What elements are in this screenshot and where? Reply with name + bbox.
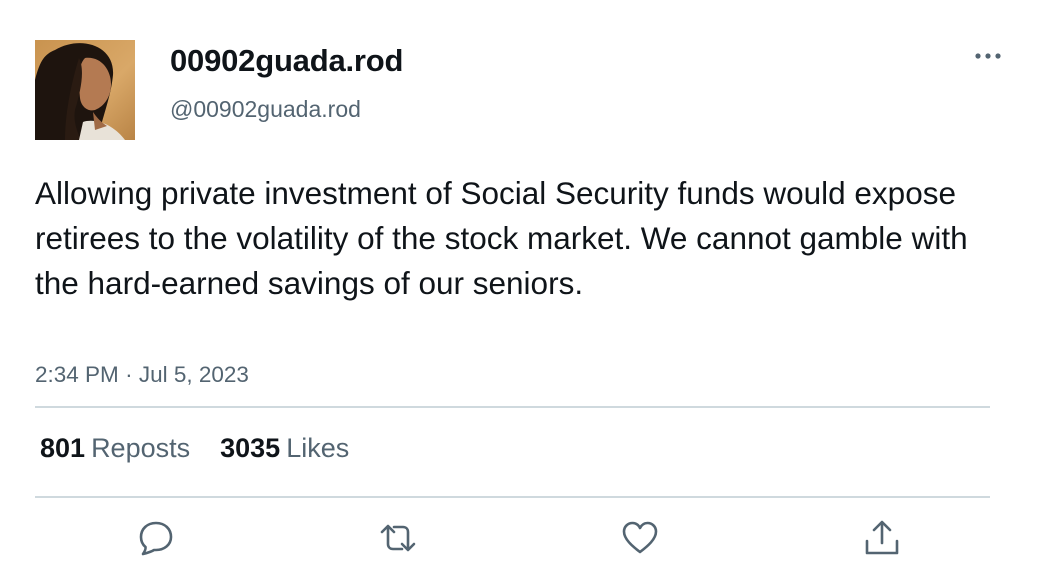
likes-stat[interactable]: 3035 Likes: [220, 433, 349, 463]
reposts-label: Reposts: [91, 433, 191, 463]
repost-icon: [378, 518, 418, 558]
user-handle[interactable]: @00902guada.rod: [170, 96, 361, 123]
display-name[interactable]: 00902guada.rod: [170, 43, 403, 79]
divider: [35, 496, 990, 498]
reposts-count: 801: [40, 433, 86, 463]
reposts-stat[interactable]: 801 Reposts: [40, 433, 190, 463]
avatar[interactable]: [35, 40, 135, 140]
timestamp-separator: ·: [125, 362, 133, 387]
post-timestamp[interactable]: 2:34 PM · Jul 5, 2023: [35, 362, 249, 388]
avatar-image: [35, 40, 135, 140]
more-options-button[interactable]: [968, 44, 1008, 68]
engagement-stats: 801 Reposts 3035 Likes: [40, 433, 349, 464]
divider: [35, 406, 990, 408]
share-icon: [862, 518, 902, 558]
repost-button[interactable]: [378, 518, 418, 558]
reply-button[interactable]: [136, 518, 176, 558]
more-horizontal-icon: [968, 53, 1008, 72]
post-date: Jul 5, 2023: [138, 362, 249, 387]
heart-icon: [620, 518, 660, 558]
tweet-card: 00902guada.rod @00902guada.rod Allowing …: [0, 0, 1050, 570]
share-button[interactable]: [862, 518, 902, 558]
likes-count: 3035: [220, 433, 281, 463]
likes-label: Likes: [286, 433, 350, 463]
like-button[interactable]: [620, 518, 660, 558]
post-time: 2:34 PM: [35, 362, 119, 387]
post-text: Allowing private investment of Social Se…: [35, 175, 968, 301]
reply-icon: [136, 518, 176, 558]
